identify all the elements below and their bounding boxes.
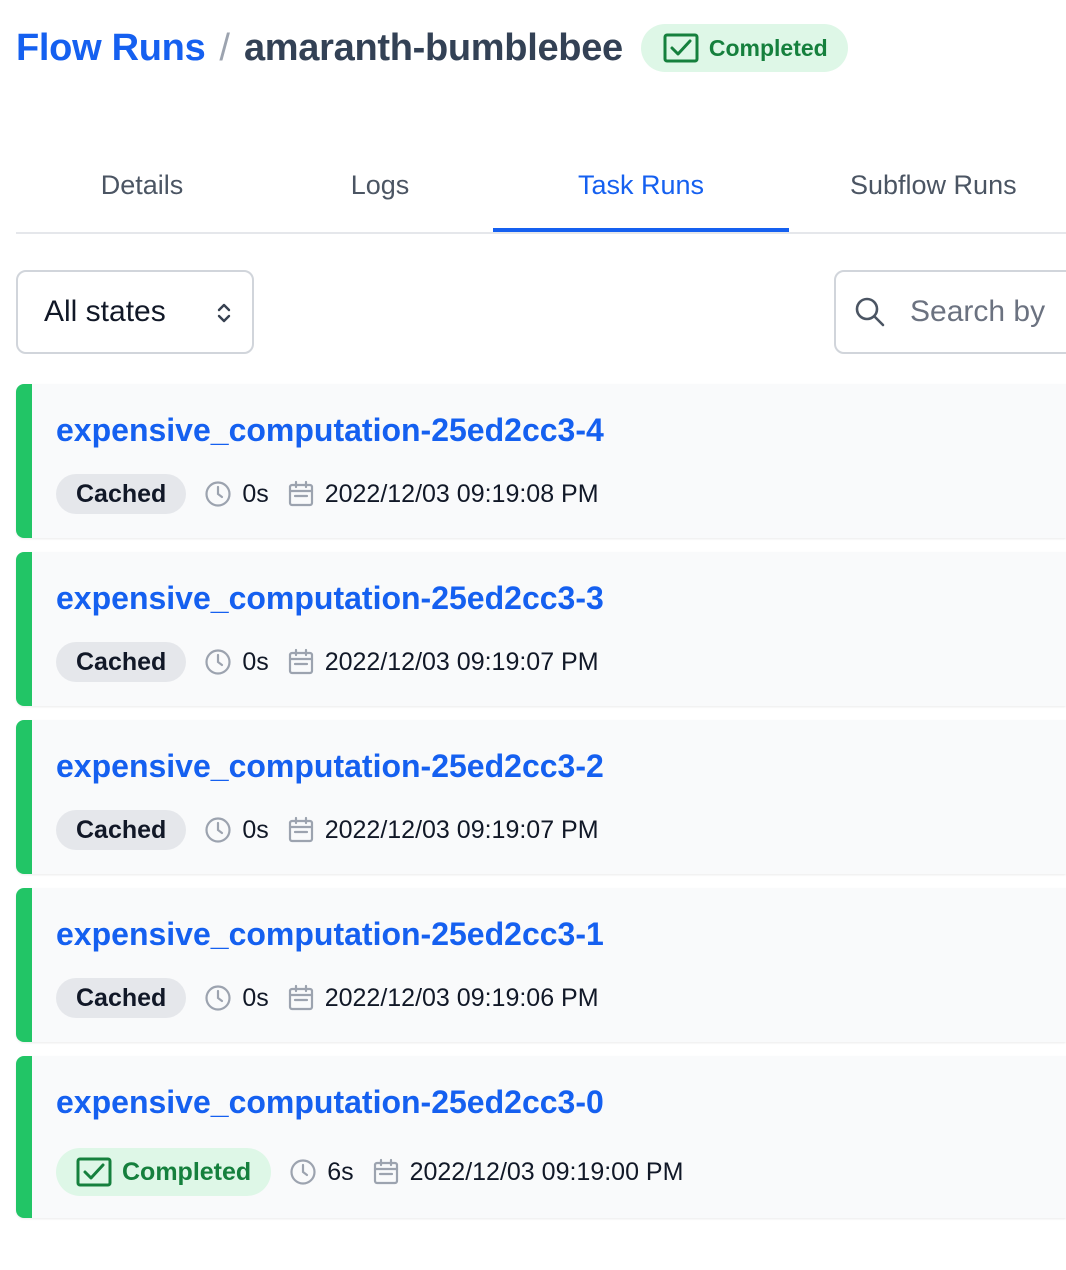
task-run-card: expensive_computation-25ed2cc3-2 Cached … — [16, 720, 1066, 874]
breadcrumb-flow-runs-link[interactable]: Flow Runs — [16, 27, 206, 70]
task-run-state-badge: Cached — [56, 978, 187, 1018]
state-filter-select[interactable]: All states — [16, 270, 254, 354]
clock-icon — [204, 984, 232, 1012]
search-field[interactable] — [834, 270, 1066, 354]
task-run-start-time: 2022/12/03 09:19:07 PM — [324, 815, 599, 844]
task-run-start-time: 2022/12/03 09:19:06 PM — [324, 983, 599, 1012]
check-square-icon — [663, 33, 699, 63]
task-run-meta: Cached 0s 2022/12/03 09:19:07 PM — [56, 810, 599, 850]
tab-subflow-runs[interactable]: Subflow Runs — [850, 140, 1066, 230]
tab-logs[interactable]: Logs — [268, 140, 492, 230]
calendar-icon — [287, 648, 315, 676]
page-title: amaranth-bumblebee — [243, 26, 623, 69]
clock-icon — [204, 480, 232, 508]
task-run-list: expensive_computation-25ed2cc3-4 Cached … — [16, 384, 1066, 1232]
task-run-start-time: 2022/12/03 09:19:08 PM — [324, 479, 599, 508]
flow-run-state-label: Completed — [708, 34, 828, 61]
search-input[interactable] — [908, 294, 1066, 330]
calendar-icon — [287, 480, 315, 508]
tab-bar: Details Logs Task Runs Subflow Runs — [16, 140, 1066, 234]
flow-run-state-badge: Completed — [640, 24, 848, 72]
task-run-name-link[interactable]: expensive_computation-25ed2cc3-1 — [56, 916, 604, 953]
task-run-state-badge: Completed — [56, 1148, 272, 1196]
task-run-state-label: Completed — [122, 1157, 252, 1186]
task-run-card: expensive_computation-25ed2cc3-4 Cached … — [16, 384, 1066, 538]
clock-icon — [289, 1158, 317, 1186]
state-filter-value: All states — [44, 295, 166, 328]
task-run-duration: 0s — [242, 815, 269, 844]
search-icon — [854, 296, 886, 328]
tab-details[interactable]: Details — [16, 140, 268, 230]
task-run-start-time: 2022/12/03 09:19:07 PM — [324, 647, 599, 676]
clock-icon — [204, 648, 232, 676]
task-run-start-time: 2022/12/03 09:19:00 PM — [409, 1157, 684, 1186]
clock-icon — [204, 816, 232, 844]
task-run-name-link[interactable]: expensive_computation-25ed2cc3-4 — [56, 412, 604, 449]
calendar-icon — [287, 984, 315, 1012]
task-run-card: expensive_computation-25ed2cc3-3 Cached … — [16, 552, 1066, 706]
task-run-duration: 0s — [242, 647, 269, 676]
task-run-duration: 0s — [242, 479, 269, 508]
task-run-state-badge: Cached — [56, 810, 187, 850]
breadcrumb-separator: / — [219, 26, 230, 69]
task-run-duration: 6s — [327, 1157, 354, 1186]
task-run-meta: Completed 6s 2022/12/03 09:19:00 PM — [56, 1148, 683, 1196]
breadcrumb: Flow Runs / amaranth-bumblebee Completed — [16, 22, 848, 74]
task-run-state-badge: Cached — [56, 474, 187, 514]
task-run-meta: Cached 0s 2022/12/03 09:19:08 PM — [56, 474, 599, 514]
tab-task-runs[interactable]: Task Runs — [493, 140, 789, 232]
check-square-icon — [76, 1157, 112, 1187]
task-run-meta: Cached 0s 2022/12/03 09:19:06 PM — [56, 978, 599, 1018]
task-run-state-badge: Cached — [56, 642, 187, 682]
chevron-up-down-icon — [216, 300, 232, 326]
task-run-duration: 0s — [242, 983, 269, 1012]
calendar-icon — [287, 816, 315, 844]
task-run-card: expensive_computation-25ed2cc3-1 Cached … — [16, 888, 1066, 1042]
task-run-card: expensive_computation-25ed2cc3-0 Complet… — [16, 1056, 1066, 1218]
task-run-name-link[interactable]: expensive_computation-25ed2cc3-0 — [56, 1084, 604, 1121]
task-run-name-link[interactable]: expensive_computation-25ed2cc3-2 — [56, 748, 604, 785]
task-run-name-link[interactable]: expensive_computation-25ed2cc3-3 — [56, 580, 604, 617]
task-run-meta: Cached 0s 2022/12/03 09:19:07 PM — [56, 642, 599, 682]
calendar-icon — [372, 1158, 400, 1186]
